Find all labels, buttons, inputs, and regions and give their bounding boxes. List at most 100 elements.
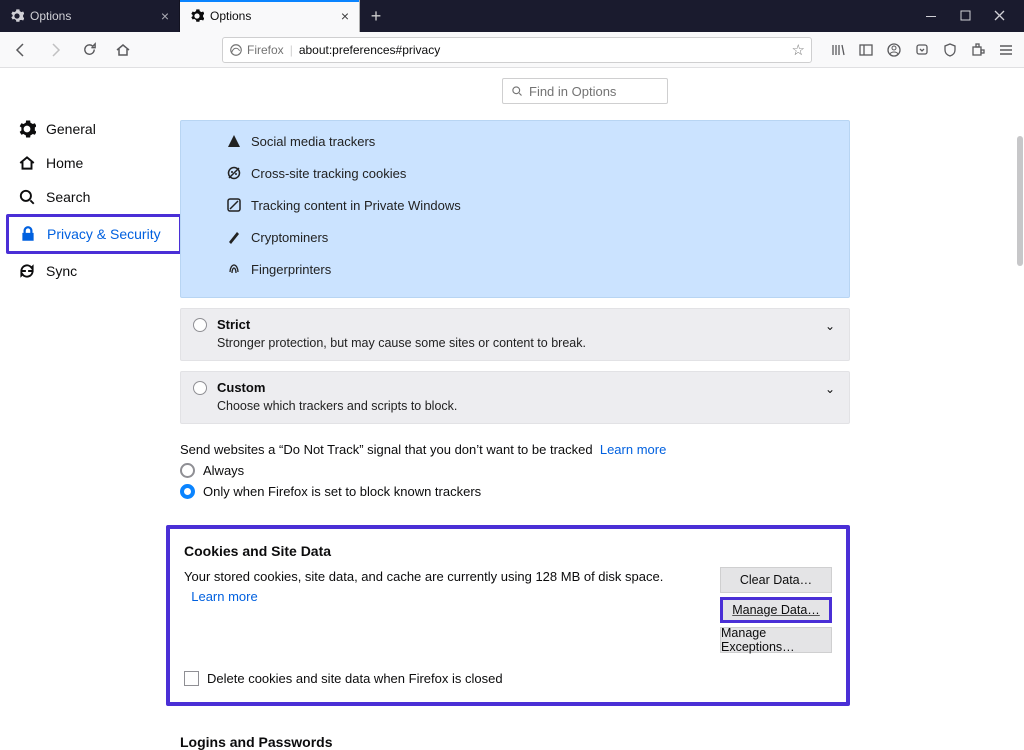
- main-pane: Find in Options Social media trackers Cr…: [180, 68, 1024, 683]
- level-title: Custom: [217, 380, 265, 395]
- titlebar: Options × Options × +: [0, 0, 1024, 32]
- social-tracker-icon: [227, 134, 241, 148]
- sidebar-item-home[interactable]: Home: [8, 146, 180, 180]
- sidebar-toggle-icon[interactable]: [858, 42, 876, 58]
- home-icon: [18, 154, 36, 172]
- protection-item: Fingerprinters: [227, 253, 849, 285]
- sidebar-item-label: Privacy & Security: [47, 226, 161, 242]
- protection-label: Cross-site tracking cookies: [251, 166, 406, 181]
- identity-box[interactable]: Firefox: [229, 43, 284, 57]
- category-sidebar: General Home Search Privacy & Security S…: [0, 68, 180, 683]
- cryptominer-icon: [227, 230, 241, 244]
- cookies-learn-more-link[interactable]: Learn more: [191, 589, 257, 604]
- account-icon[interactable]: [886, 42, 904, 58]
- sidebar-item-label: Sync: [46, 263, 77, 279]
- shield-icon[interactable]: [942, 42, 960, 58]
- back-button[interactable]: [8, 37, 34, 63]
- lock-icon: [19, 225, 37, 243]
- search-icon: [511, 85, 523, 97]
- sidebar-item-search[interactable]: Search: [8, 180, 180, 214]
- search-input[interactable]: Find in Options: [502, 78, 668, 104]
- protection-level-strict[interactable]: ⌄ Strict Stronger protection, but may ca…: [180, 308, 850, 361]
- search-placeholder: Find in Options: [529, 84, 616, 99]
- checkbox-label: Delete cookies and site data when Firefo…: [207, 671, 503, 686]
- search-icon: [18, 188, 36, 206]
- level-title: Strict: [217, 317, 250, 332]
- firefox-icon: [229, 43, 243, 57]
- fingerprint-icon: [227, 262, 241, 276]
- forward-button[interactable]: [42, 37, 68, 63]
- checkbox-unchecked-icon: [184, 671, 199, 686]
- window-close-icon[interactable]: [994, 10, 1006, 22]
- radio-checked-icon: [180, 484, 195, 499]
- radio-unchecked-icon: [180, 463, 195, 478]
- protection-item: Cross-site tracking cookies: [227, 157, 849, 189]
- dnt-onlywhen-label: Only when Firefox is set to block known …: [203, 484, 481, 499]
- tracking-content-icon: [227, 198, 241, 212]
- toolbar-right: [820, 42, 1016, 58]
- standard-protection-panel: Social media trackers Cross-site trackin…: [180, 120, 850, 298]
- level-desc: Choose which trackers and scripts to blo…: [193, 399, 837, 413]
- library-icon[interactable]: [830, 42, 848, 58]
- chevron-down-icon[interactable]: ⌄: [825, 382, 835, 396]
- sidebar-item-label: Home: [46, 155, 83, 171]
- content-area: General Home Search Privacy & Security S…: [0, 68, 1024, 683]
- identity-label: Firefox: [247, 43, 284, 57]
- protection-item: Tracking content in Private Windows: [227, 189, 849, 221]
- menu-icon[interactable]: [998, 42, 1016, 58]
- dnt-always-label: Always: [203, 463, 244, 478]
- bookmark-star-icon[interactable]: ☆: [792, 41, 805, 59]
- level-desc: Stronger protection, but may cause some …: [193, 336, 837, 350]
- sidebar-item-label: Search: [46, 189, 90, 205]
- manage-exceptions-button[interactable]: Manage Exceptions…: [720, 627, 832, 653]
- protection-level-custom[interactable]: ⌄ Custom Choose which trackers and scrip…: [180, 371, 850, 424]
- protection-label: Social media trackers: [251, 134, 375, 149]
- sidebar-item-general[interactable]: General: [8, 112, 180, 146]
- gear-icon: [10, 9, 24, 23]
- manage-data-button[interactable]: Manage Data…: [720, 597, 832, 623]
- sync-icon: [18, 262, 36, 280]
- tab-options-inactive[interactable]: Options ×: [0, 0, 180, 32]
- logins-passwords-heading: Logins and Passwords: [180, 734, 990, 750]
- protection-label: Tracking content in Private Windows: [251, 198, 461, 213]
- clear-data-button[interactable]: Clear Data…: [720, 567, 832, 593]
- tab-options-active[interactable]: Options ×: [180, 0, 360, 32]
- close-icon[interactable]: ×: [161, 8, 169, 24]
- sidebar-item-privacy[interactable]: Privacy & Security: [9, 217, 179, 251]
- chevron-down-icon[interactable]: ⌄: [825, 319, 835, 333]
- gear-icon: [18, 120, 36, 138]
- delete-on-close-checkbox[interactable]: Delete cookies and site data when Firefo…: [184, 671, 832, 686]
- cookies-description: Your stored cookies, site data, and cach…: [184, 567, 704, 606]
- tab-title: Options: [210, 9, 335, 23]
- dnt-text: Send websites a “Do Not Track” signal th…: [180, 442, 593, 457]
- tab-title: Options: [30, 9, 155, 23]
- window-controls: [908, 0, 1024, 32]
- home-button[interactable]: [110, 37, 136, 63]
- scrollbar-thumb[interactable]: [1017, 136, 1023, 266]
- sidebar-item-label: General: [46, 121, 96, 137]
- protection-item: Social media trackers: [227, 125, 849, 157]
- section-title: Cookies and Site Data: [184, 543, 832, 559]
- cookies-site-data-section: Cookies and Site Data Your stored cookie…: [166, 525, 850, 706]
- dnt-only-when-radio[interactable]: Only when Firefox is set to block known …: [180, 484, 990, 499]
- pocket-icon[interactable]: [914, 42, 932, 58]
- new-tab-button[interactable]: +: [360, 0, 392, 32]
- protection-label: Cryptominers: [251, 230, 328, 245]
- nav-toolbar: Firefox | about:preferences#privacy ☆: [0, 32, 1024, 68]
- url-bar[interactable]: Firefox | about:preferences#privacy ☆: [222, 37, 812, 63]
- radio-unchecked-icon[interactable]: [193, 381, 207, 395]
- sidebar-item-sync[interactable]: Sync: [8, 254, 180, 288]
- dnt-block: Send websites a “Do Not Track” signal th…: [180, 442, 990, 499]
- close-icon[interactable]: ×: [341, 8, 349, 24]
- radio-unchecked-icon[interactable]: [193, 318, 207, 332]
- protection-label: Fingerprinters: [251, 262, 331, 277]
- extensions-icon[interactable]: [970, 42, 988, 58]
- protection-item: Cryptominers: [227, 221, 849, 253]
- reload-button[interactable]: [76, 37, 102, 63]
- dnt-learn-more-link[interactable]: Learn more: [600, 442, 666, 457]
- dnt-always-radio[interactable]: Always: [180, 463, 990, 478]
- cookie-icon: [227, 166, 241, 180]
- gear-icon: [190, 9, 204, 23]
- maximize-icon[interactable]: [960, 10, 972, 22]
- minimize-icon[interactable]: [926, 10, 938, 22]
